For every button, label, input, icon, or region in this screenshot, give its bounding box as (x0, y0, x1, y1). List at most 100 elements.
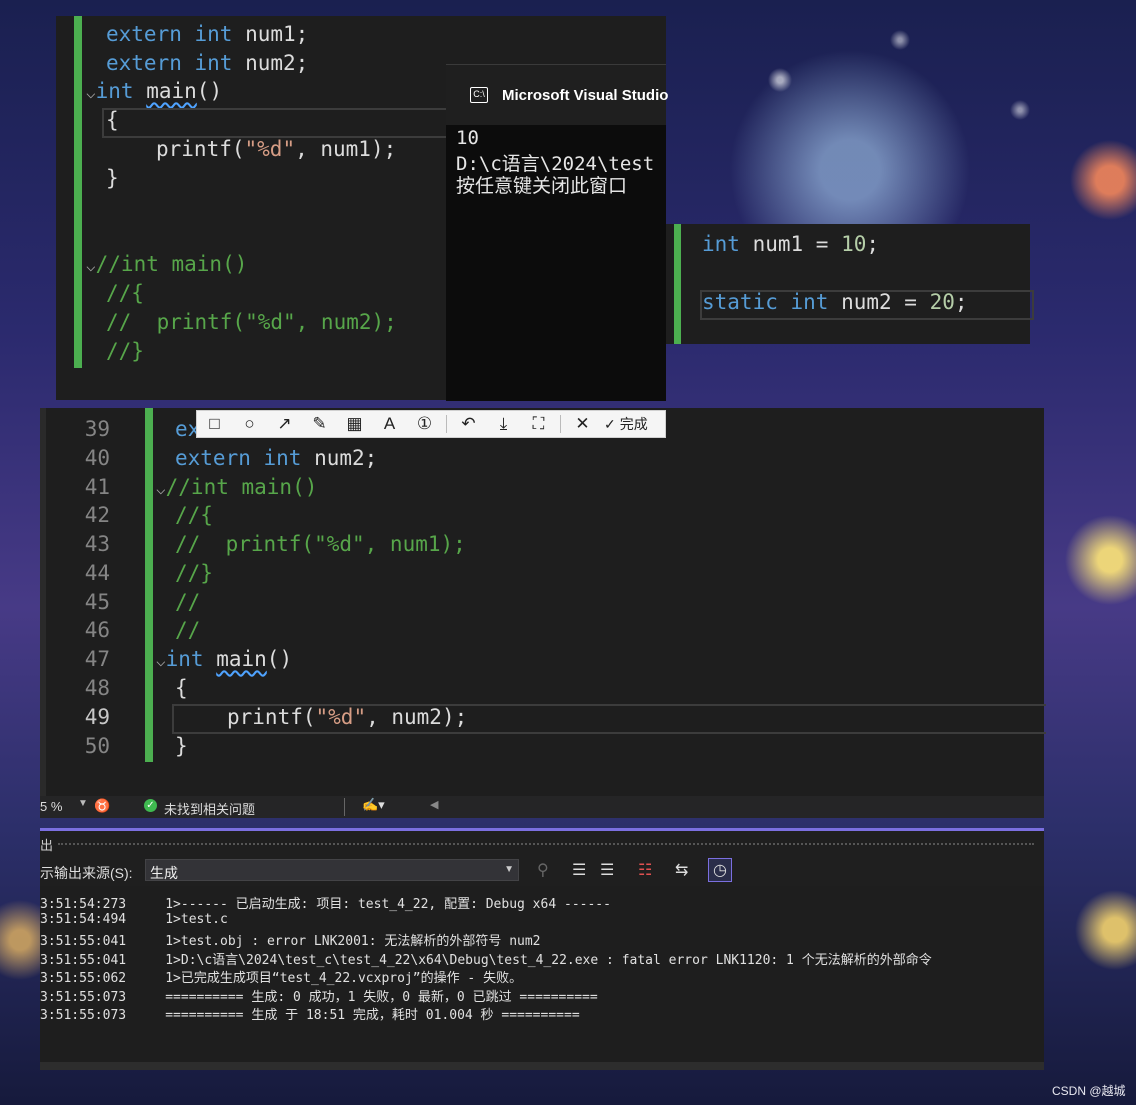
log-line: 3:51:55:073 ========== 生成: 0 成功，1 失败，0 最… (40, 990, 598, 1005)
watermark: CSDN @越城 (1052, 1084, 1126, 1098)
clear-all-icon[interactable]: ☷ (638, 860, 652, 880)
code-line: //} (175, 561, 213, 585)
panel-grip[interactable] (58, 843, 1034, 849)
code-line: ⌵int main() (86, 79, 223, 103)
log-line: 3:51:54:494 1>test.c (40, 912, 228, 927)
code-line: { (106, 108, 119, 132)
prev-message-icon[interactable]: ☰ (572, 860, 586, 880)
code-line: // printf("%d", num1); (175, 532, 466, 556)
console-output-line: 按任意键关闭此窗口 (456, 175, 628, 197)
line-number: 44 (84, 561, 110, 585)
code-line: printf("%d", num2); (227, 705, 468, 729)
fold-chevron-icon[interactable]: ⌵ (86, 256, 96, 275)
code-line: // printf("%d", num2); (106, 310, 397, 334)
code-line: ⌵//int main() (156, 475, 318, 499)
line-number: 40 (84, 446, 110, 470)
change-indicator (74, 16, 82, 368)
ellipse-icon[interactable]: ○ (232, 410, 267, 438)
line-number: 48 (84, 676, 110, 700)
screenshot-toolbar[interactable]: □ ○ ↗ ✎ ▦ A ① ↶ ⤓ ⛶ ✕ ✓ 完成 (196, 410, 666, 438)
log-line: 3:51:55:062 1>已完成生成项目“test_4_22.vcxproj”… (40, 971, 523, 986)
code-line: printf("%d", num1); (156, 137, 397, 161)
text-icon[interactable]: A (372, 410, 407, 438)
code-line: extern int num2; (175, 446, 378, 470)
code-line: // (175, 590, 201, 614)
issues-status[interactable]: 未找到相关问题 (164, 799, 255, 818)
console-window[interactable]: C:\ Microsoft Visual Studio 10 D:\c语言\20… (446, 64, 669, 401)
zoom-dropdown-icon[interactable]: ▼ (78, 798, 88, 809)
fold-chevron-icon[interactable]: ⌵ (156, 651, 166, 670)
download-icon[interactable]: ⤓ (486, 410, 521, 438)
output-panel-header: 出 (40, 828, 1044, 859)
divider (344, 798, 345, 816)
editor-status-bar: 5 % ▼ ♉ ✓ 未找到相关问题 ✍▾ ◀ (40, 796, 1044, 818)
output-footer (40, 1062, 1044, 1070)
console-titlebar[interactable]: C:\ Microsoft Visual Studio (446, 65, 669, 125)
fold-chevron-icon[interactable]: ⌵ (156, 479, 166, 498)
next-message-icon[interactable]: ☰ (600, 860, 614, 880)
code-snippet[interactable]: int num1 = 10; static int num2 = 20; (666, 224, 1034, 344)
rectangle-icon[interactable]: □ (197, 410, 232, 438)
log-line: 3:51:55:041 1>D:\c语言\2024\test_c\test_4_… (40, 953, 932, 968)
line-number: 45 (84, 590, 110, 614)
code-line: ⌵//int main() (86, 252, 248, 276)
log-line: 3:51:55:041 1>test.obj : error LNK2001: … (40, 934, 541, 949)
done-button[interactable]: ✓ 完成 (600, 410, 652, 438)
log-line: 3:51:54:273 1>------ 已启动生成: 项目: test_4_2… (40, 897, 611, 912)
fold-chevron-icon[interactable]: ⌵ (86, 83, 96, 102)
output-log[interactable]: 3:51:54:273 1>------ 已启动生成: 项目: test_4_2… (40, 886, 1044, 1062)
ocr-icon[interactable]: ⛶ (521, 410, 556, 438)
code-line: int num1 = 10; (702, 232, 880, 256)
output-source-select[interactable]: 生成 ▼ (145, 859, 519, 881)
code-line: //} (106, 339, 144, 363)
line-number: 50 (84, 734, 110, 758)
line-number: 46 (84, 618, 110, 642)
line-number: 42 (84, 503, 110, 527)
line-number-current: 49 (84, 705, 110, 729)
current-line-highlight (102, 108, 496, 138)
brush-icon[interactable]: ✍▾ (362, 797, 385, 813)
editor-margin (40, 408, 46, 796)
code-line: } (175, 734, 188, 758)
code-editor-main[interactable]: 39 40 41 42 43 44 45 46 47 48 49 50 ex e… (40, 408, 1046, 796)
check-icon: ✓ (604, 415, 616, 432)
code-line: //{ (106, 281, 144, 305)
line-number: 39 (84, 417, 110, 441)
code-line: //{ (175, 503, 213, 527)
scroll-left-icon[interactable]: ◀ (430, 798, 438, 811)
change-indicator (145, 408, 153, 762)
log-line: 3:51:55:073 ========== 生成 于 18:51 完成，耗时 … (40, 1008, 580, 1023)
change-indicator (674, 224, 681, 344)
line-number: 43 (84, 532, 110, 556)
line-number: 47 (84, 647, 110, 671)
find-message-icon[interactable]: ⚲ (537, 860, 549, 880)
close-icon[interactable]: ✕ (565, 410, 600, 438)
panel-title-fragment: 出 (40, 838, 54, 853)
pencil-icon[interactable]: ✎ (302, 410, 337, 438)
chevron-down-icon: ▼ (504, 864, 514, 875)
timestamp-toggle-icon[interactable]: ◷ (708, 858, 732, 882)
code-line: // (175, 618, 201, 642)
console-output-line: 10 (456, 127, 479, 149)
divider (446, 415, 447, 433)
console-title: Microsoft Visual Studio (502, 87, 669, 104)
copilot-icon[interactable]: ♉ (94, 798, 110, 814)
code-line: } (106, 166, 119, 190)
word-wrap-icon[interactable]: ⇆ (675, 860, 688, 880)
check-circle-icon: ✓ (144, 799, 157, 812)
number-icon[interactable]: ① (407, 410, 442, 438)
code-line: static int num2 = 20; (702, 290, 968, 314)
arrow-icon[interactable]: ↗ (267, 410, 302, 438)
code-line: extern int num2; (106, 51, 309, 75)
code-line: { (175, 676, 188, 700)
code-line: ⌵int main() (156, 647, 293, 671)
output-source-label: 示输出来源(S): (40, 865, 133, 881)
output-toolbar: 示输出来源(S): 生成 ▼ ⚲ ☰ ☰ ☷ ⇆ ◷ (40, 856, 1044, 886)
zoom-level[interactable]: 5 % (40, 799, 62, 814)
undo-icon[interactable]: ↶ (451, 410, 486, 438)
line-number: 41 (84, 475, 110, 499)
divider (560, 415, 561, 433)
console-app-icon: C:\ (470, 87, 488, 103)
code-line: extern int num1; (106, 22, 309, 46)
mosaic-icon[interactable]: ▦ (337, 410, 372, 438)
